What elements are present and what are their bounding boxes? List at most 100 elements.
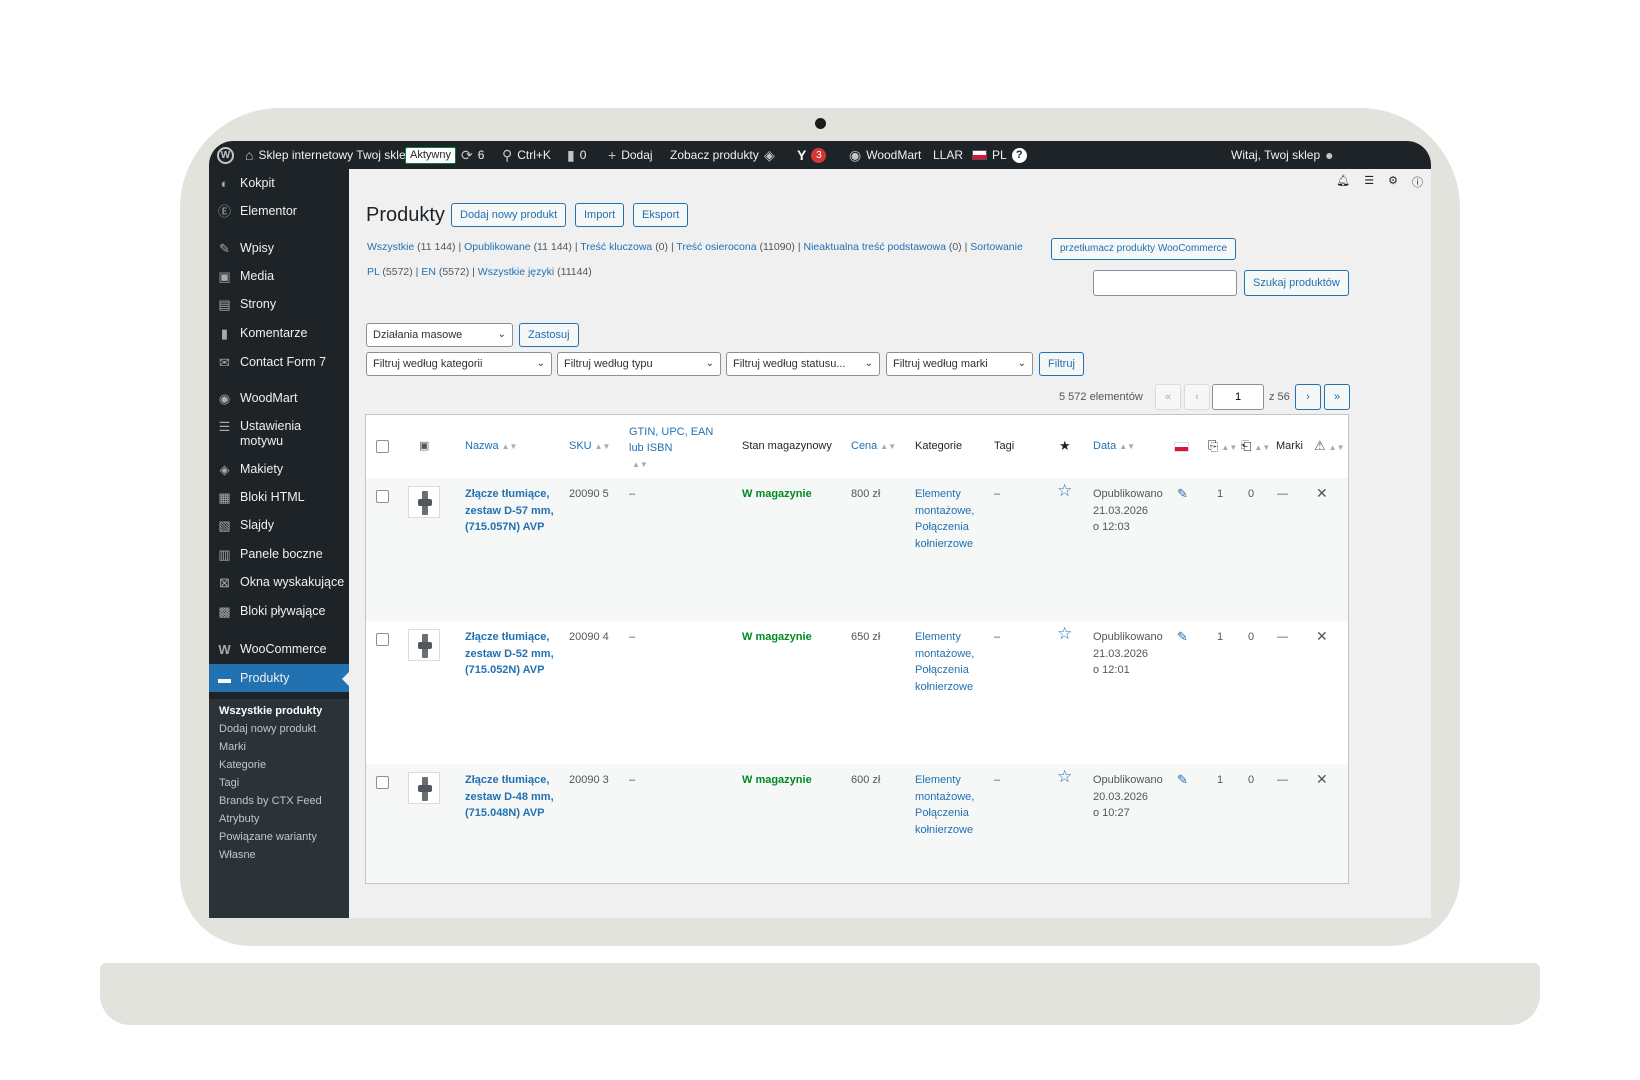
sidebar-item-ustawienia-motywu[interactable]: ☰ Ustawienia motywu	[209, 419, 349, 449]
lang-en-link[interactable]: EN	[421, 266, 436, 278]
first-page-button[interactable]: «	[1155, 384, 1181, 410]
wordpress-logo[interactable]: W	[217, 141, 234, 169]
warning-icon[interactable]: ⚠ ▲▼	[1314, 438, 1345, 454]
search-products-button[interactable]: Szukaj produktów	[1244, 270, 1349, 296]
product-categories[interactable]: Elementy montażowe, Połączenia kołnierzo…	[915, 772, 985, 838]
diamond-menu[interactable]: ◈	[764, 141, 775, 169]
incoming-links-icon[interactable]: ⎘ ▲▼	[1208, 438, 1237, 454]
sidebar-item-kokpit[interactable]: ◐ Kokpit	[209, 176, 349, 191]
product-name-link[interactable]: Złącze tłumiące, zestaw D-57 mm, (715.05…	[465, 486, 560, 536]
outgoing-links-icon[interactable]: ⎗ ▲▼	[1241, 438, 1270, 454]
sidebar-item-wpisy[interactable]: ✎ Wpisy	[209, 241, 349, 256]
llar-menu[interactable]: LLAR	[933, 141, 963, 169]
featured-star-icon[interactable]: ☆	[1057, 768, 1072, 786]
export-button[interactable]: Eksport	[633, 203, 689, 227]
view-products-link[interactable]: Zobacz produkty	[670, 141, 759, 169]
add-new-product-button[interactable]: Dodaj nowy produkt	[451, 203, 567, 227]
close-icon[interactable]: ✕	[1316, 485, 1328, 502]
view-stale-link[interactable]: Nieaktualna treść podstawowa	[804, 241, 946, 253]
category-filter-select[interactable]: Filtruj według kategorii ⌄	[366, 352, 552, 376]
view-published-link[interactable]: Opublikowane	[464, 241, 531, 253]
column-price[interactable]: Cena ▲▼	[851, 440, 896, 452]
close-icon[interactable]: ✕	[1316, 771, 1328, 788]
submenu-custom[interactable]: Własne	[219, 849, 256, 861]
type-filter-select[interactable]: Filtruj według typu ⌄	[557, 352, 721, 376]
bulk-actions-select[interactable]: Działania masowe ⌄	[366, 323, 513, 347]
view-orphaned-link[interactable]: Treść osierocona	[676, 241, 756, 253]
row-checkbox[interactable]	[376, 633, 389, 646]
featured-star-icon[interactable]: ★	[1059, 438, 1071, 454]
row-checkbox[interactable]	[376, 776, 389, 789]
sidebar-item-elementor[interactable]: Ⓔ Elementor	[209, 204, 349, 219]
site-name-link[interactable]: ⌂ Sklep internetowy Twoj sklep	[245, 141, 412, 169]
status-filter-select[interactable]: Filtruj według statusu... ⌄	[726, 352, 880, 376]
product-name-link[interactable]: Złącze tłumiące, zestaw D-48 mm, (715.04…	[465, 772, 560, 822]
view-all-link[interactable]: Wszystkie	[367, 241, 414, 253]
submenu-tags[interactable]: Tagi	[219, 777, 239, 789]
woodmart-menu[interactable]: ◉ WoodMart	[849, 141, 921, 169]
product-thumbnail[interactable]	[408, 772, 440, 804]
sidebar-item-woodmart[interactable]: ◉ WoodMart	[209, 391, 349, 406]
submenu-ctx-feed[interactable]: Brands by CTX Feed	[219, 795, 322, 807]
sidebar-item-bloki-html[interactable]: ▦ Bloki HTML	[209, 490, 349, 505]
submenu-all-products[interactable]: Wszystkie produkty	[219, 705, 322, 717]
view-sorting-link[interactable]: Sortowanie	[970, 241, 1023, 253]
edit-translation-pencil-icon[interactable]: ✎	[1177, 772, 1188, 789]
product-thumbnail[interactable]	[408, 486, 440, 518]
next-page-button[interactable]: ›	[1295, 384, 1321, 410]
column-date[interactable]: Data ▲▼	[1093, 440, 1135, 452]
language-switcher[interactable]: PL ?	[972, 141, 1027, 169]
sidebar-item-komentarze[interactable]: ▮ Komentarze	[209, 326, 349, 341]
column-name[interactable]: Nazwa ▲▼	[465, 440, 517, 452]
account-menu[interactable]: Witaj, Twoj sklep ●	[1231, 141, 1334, 169]
edit-translation-pencil-icon[interactable]: ✎	[1177, 629, 1188, 646]
prev-page-button[interactable]: ‹	[1184, 384, 1210, 410]
submenu-brands[interactable]: Marki	[219, 741, 246, 753]
translate-products-button[interactable]: przetłumacz produkty WooCommerce	[1051, 238, 1237, 260]
column-gtin[interactable]: GTIN, UPC, EAN lub ISBN ▲▼	[629, 424, 729, 473]
sidebar-item-media[interactable]: ▣ Media	[209, 269, 349, 284]
updates-link[interactable]: ⟳ 6	[461, 141, 484, 169]
product-name-link[interactable]: Złącze tłumiące, zestaw D-52 mm, (715.05…	[465, 629, 560, 679]
status-badge[interactable]: Aktywny	[405, 141, 456, 169]
featured-star-icon[interactable]: ☆	[1057, 625, 1072, 643]
submenu-categories[interactable]: Kategorie	[219, 759, 266, 771]
sidebar-item-produkty[interactable]: ▬ Produkty	[209, 664, 349, 692]
search-shortcut[interactable]: ⚲ Ctrl+K	[502, 141, 551, 169]
import-button[interactable]: Import	[575, 203, 625, 227]
sidebar-item-panele-boczne[interactable]: ▥ Panele boczne	[209, 547, 349, 562]
sidebar-item-slajdy[interactable]: ▧ Slajdy	[209, 518, 349, 533]
sidebar-item-strony[interactable]: ▤ Strony	[209, 297, 349, 312]
featured-star-icon[interactable]: ☆	[1057, 482, 1072, 500]
product-categories[interactable]: Elementy montażowe, Połączenia kołnierzo…	[915, 486, 985, 552]
submenu-related-variants[interactable]: Powiązane warianty	[219, 831, 317, 843]
sidebar-item-contact-form[interactable]: ✉ Contact Form 7	[209, 355, 349, 370]
items-count: 5 572 elementów	[1059, 391, 1143, 403]
product-thumbnail[interactable]	[408, 629, 440, 661]
apply-bulk-button[interactable]: Zastosuj	[519, 323, 579, 347]
product-categories[interactable]: Elementy montażowe, Połączenia kołnierzo…	[915, 629, 985, 695]
edit-translation-pencil-icon[interactable]: ✎	[1177, 486, 1188, 503]
yoast-menu[interactable]: Y 3	[797, 141, 827, 169]
sidebar-item-bloki-plywajace[interactable]: ▩ Bloki pływające	[209, 604, 349, 619]
column-sku[interactable]: SKU ▲▼	[569, 440, 610, 452]
filter-button[interactable]: Filtruj	[1039, 352, 1084, 376]
submenu-attributes[interactable]: Atrybuty	[219, 813, 259, 825]
row-checkbox[interactable]	[376, 490, 389, 503]
current-page-input[interactable]	[1212, 384, 1264, 410]
sidebar-item-makiety[interactable]: ◈ Makiety	[209, 462, 349, 477]
last-page-button[interactable]: »	[1324, 384, 1350, 410]
lang-all-link[interactable]: Wszystkie języki	[478, 266, 554, 278]
comments-link[interactable]: ▮ 0	[567, 141, 586, 169]
view-cornerstone-link[interactable]: Treść kluczowa	[580, 241, 652, 253]
close-icon[interactable]: ✕	[1316, 628, 1328, 645]
product-search-input[interactable]	[1093, 270, 1237, 296]
sidebar-item-okna-wyskakujace[interactable]: ⊠ Okna wyskakujące	[209, 575, 349, 590]
products-icon: ▬	[218, 670, 231, 686]
submenu-add-product[interactable]: Dodaj nowy produkt	[219, 723, 316, 735]
lang-pl-link[interactable]: PL	[367, 266, 379, 278]
add-new-link[interactable]: + Dodaj	[608, 141, 653, 169]
brand-filter-select[interactable]: Filtruj według marki ⌄	[886, 352, 1033, 376]
select-all-checkbox[interactable]	[376, 440, 389, 453]
sidebar-item-woocommerce[interactable]: W WooCommerce	[209, 642, 349, 657]
